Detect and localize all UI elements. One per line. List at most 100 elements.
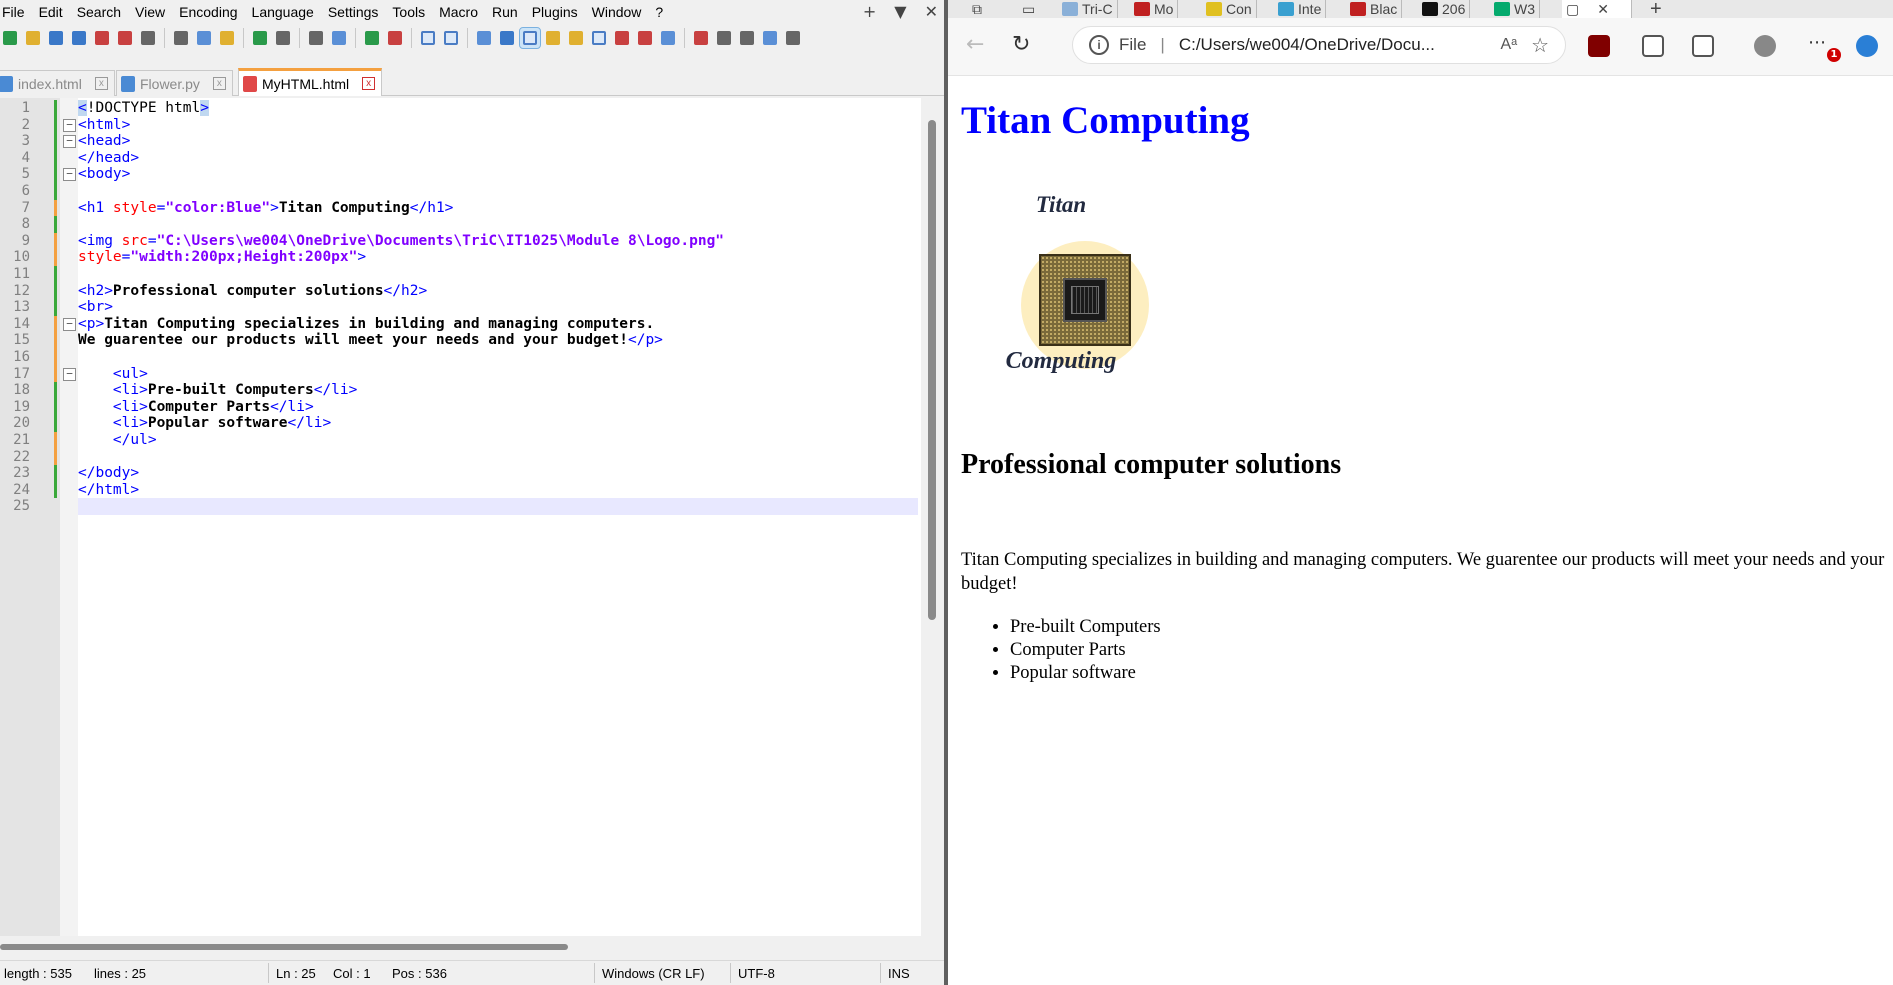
save-all-icon[interactable]	[69, 28, 89, 48]
menu-item[interactable]: File	[0, 4, 32, 20]
tab-myhtml-html[interactable]: MyHTML.html x	[238, 68, 383, 96]
new-file-icon[interactable]	[0, 28, 20, 48]
cut-icon[interactable]	[171, 28, 191, 48]
word-wrap-icon[interactable]	[474, 28, 494, 48]
code-line[interactable]	[78, 349, 918, 366]
indent-guide-icon[interactable]	[519, 27, 541, 49]
address-bar[interactable]: i File | C:/Users/we004/OneDrive/Docu...…	[1072, 26, 1566, 64]
run-macro-multiple-icon[interactable]	[760, 28, 780, 48]
url-text[interactable]: C:/Users/we004/OneDrive/Docu...	[1179, 35, 1501, 55]
print-icon[interactable]	[138, 28, 158, 48]
record-macro-icon[interactable]	[691, 28, 711, 48]
copy-icon[interactable]	[194, 28, 214, 48]
playback-macro-icon[interactable]	[737, 28, 757, 48]
code-line[interactable]: </html>	[78, 482, 918, 499]
menu-item[interactable]: Tools	[385, 4, 432, 20]
code-line[interactable]	[78, 449, 918, 466]
menu-item[interactable]: Search	[70, 4, 128, 20]
fold-toggle-icon[interactable]: −	[63, 118, 76, 132]
close-tab-icon[interactable]: ✕	[1597, 1, 1609, 18]
code-line[interactable]: <!DOCTYPE html>	[78, 100, 918, 117]
code-line[interactable]: <br>	[78, 299, 918, 316]
undo-icon[interactable]	[250, 28, 270, 48]
code-line[interactable]	[78, 498, 918, 515]
save-macro-icon[interactable]	[783, 28, 803, 48]
tab-close-icon[interactable]: x	[362, 77, 376, 90]
back-icon[interactable]: ←	[966, 32, 984, 57]
browser-tab[interactable]: Mo	[1130, 0, 1179, 18]
code-line[interactable]: We guarentee our products will meet your…	[78, 332, 918, 349]
browser-tab[interactable]: Blac	[1346, 0, 1403, 18]
extensions-puzzle-icon[interactable]	[1642, 35, 1664, 57]
active-browser-tab[interactable]: ▢ ✕	[1562, 0, 1632, 18]
copilot-icon[interactable]	[1856, 35, 1878, 57]
paste-icon[interactable]	[217, 28, 237, 48]
replace-icon[interactable]	[329, 28, 349, 48]
code-line[interactable]: <body>	[78, 166, 918, 183]
document-list-icon[interactable]	[589, 28, 609, 48]
sync-horizontal-icon[interactable]	[441, 28, 461, 48]
vertical-scroll-thumb[interactable]	[928, 120, 936, 620]
status-insert-mode[interactable]: INS	[888, 966, 910, 981]
split-screen-icon[interactable]	[1692, 35, 1714, 57]
tab-flower-py[interactable]: Flower.py x	[116, 70, 233, 96]
ublock-extension-icon[interactable]	[1588, 35, 1610, 57]
tab-index-html[interactable]: index.html x	[0, 70, 115, 96]
profile-avatar-icon[interactable]	[1754, 35, 1776, 57]
zoom-out-icon[interactable]	[385, 28, 405, 48]
vertical-scrollbar[interactable]	[921, 98, 944, 936]
code-line[interactable]: <li>Pre-built Computers</li>	[78, 382, 918, 399]
browser-tab[interactable]: W3	[1490, 0, 1540, 18]
more-menu-icon[interactable]: ⋯	[1808, 32, 1826, 53]
code-line[interactable]: <head>	[78, 133, 918, 150]
code-editor[interactable]: 1 2 3 4 5 6 7 8 9 10 11 12 13 14 15 16 17 18 19 20 21 22 23 24 2…	[0, 98, 944, 936]
status-eol[interactable]: Windows (CR LF)	[602, 966, 705, 981]
code-line[interactable]: <li>Popular software</li>	[78, 415, 918, 432]
code-line[interactable]: <li>Computer Parts</li>	[78, 399, 918, 416]
open-file-icon[interactable]	[23, 28, 43, 48]
stop-recording-icon[interactable]	[714, 28, 734, 48]
fold-toggle-icon[interactable]: −	[63, 317, 76, 331]
code-line[interactable]: style="width:200px;Height:200px">	[78, 249, 918, 266]
read-aloud-icon[interactable]: Aᵃ	[1500, 36, 1517, 54]
menu-item[interactable]: Run	[485, 4, 525, 20]
code-line[interactable]: <img src="C:\Users\we004\OneDrive\Docume…	[78, 233, 918, 250]
new-tab-button[interactable]: +	[863, 2, 876, 21]
menu-item[interactable]: Encoding	[172, 4, 244, 20]
find-icon[interactable]	[306, 28, 326, 48]
close-file-button[interactable]: ✕	[925, 2, 938, 21]
function-list-icon[interactable]	[612, 28, 632, 48]
workspaces-icon[interactable]: ⧉	[968, 0, 998, 18]
user-defined-language-icon[interactable]	[543, 28, 563, 48]
menu-item[interactable]: Plugins	[525, 4, 585, 20]
code-line[interactable]: <h1 style="color:Blue">Titan Computing</…	[78, 200, 918, 217]
code-line[interactable]	[78, 266, 918, 283]
code-line[interactable]: <html>	[78, 117, 918, 134]
save-icon[interactable]	[46, 28, 66, 48]
monitoring-eye-icon[interactable]	[658, 28, 678, 48]
document-map-icon[interactable]	[566, 28, 586, 48]
favorite-star-icon[interactable]: ☆	[1531, 33, 1549, 58]
close-icon[interactable]	[92, 28, 112, 48]
code-line[interactable]: <p>Titan Computing specializes in buildi…	[78, 316, 918, 333]
menu-item[interactable]: ?	[648, 4, 670, 20]
code-line[interactable]: <ul>	[78, 366, 918, 383]
menu-item[interactable]: Macro	[432, 4, 485, 20]
zoom-in-icon[interactable]	[362, 28, 382, 48]
menu-item[interactable]: View	[128, 4, 172, 20]
code-line[interactable]: </body>	[78, 465, 918, 482]
sync-vertical-icon[interactable]	[418, 28, 438, 48]
code-line[interactable]	[78, 183, 918, 200]
folder-as-workspace-icon[interactable]	[635, 28, 655, 48]
menu-item[interactable]: Settings	[321, 4, 386, 20]
code-line[interactable]: </ul>	[78, 432, 918, 449]
browser-tab[interactable]: 206	[1418, 0, 1471, 18]
fold-toggle-icon[interactable]: −	[63, 135, 76, 149]
close-all-icon[interactable]	[115, 28, 135, 48]
status-encoding[interactable]: UTF-8	[738, 966, 775, 981]
browser-tab[interactable]: Con	[1202, 0, 1257, 18]
tab-close-icon[interactable]: x	[212, 77, 226, 90]
code-line[interactable]: </head>	[78, 150, 918, 167]
vertical-tabs-icon[interactable]: ▭	[1018, 0, 1048, 18]
fold-toggle-icon[interactable]: −	[63, 367, 76, 381]
